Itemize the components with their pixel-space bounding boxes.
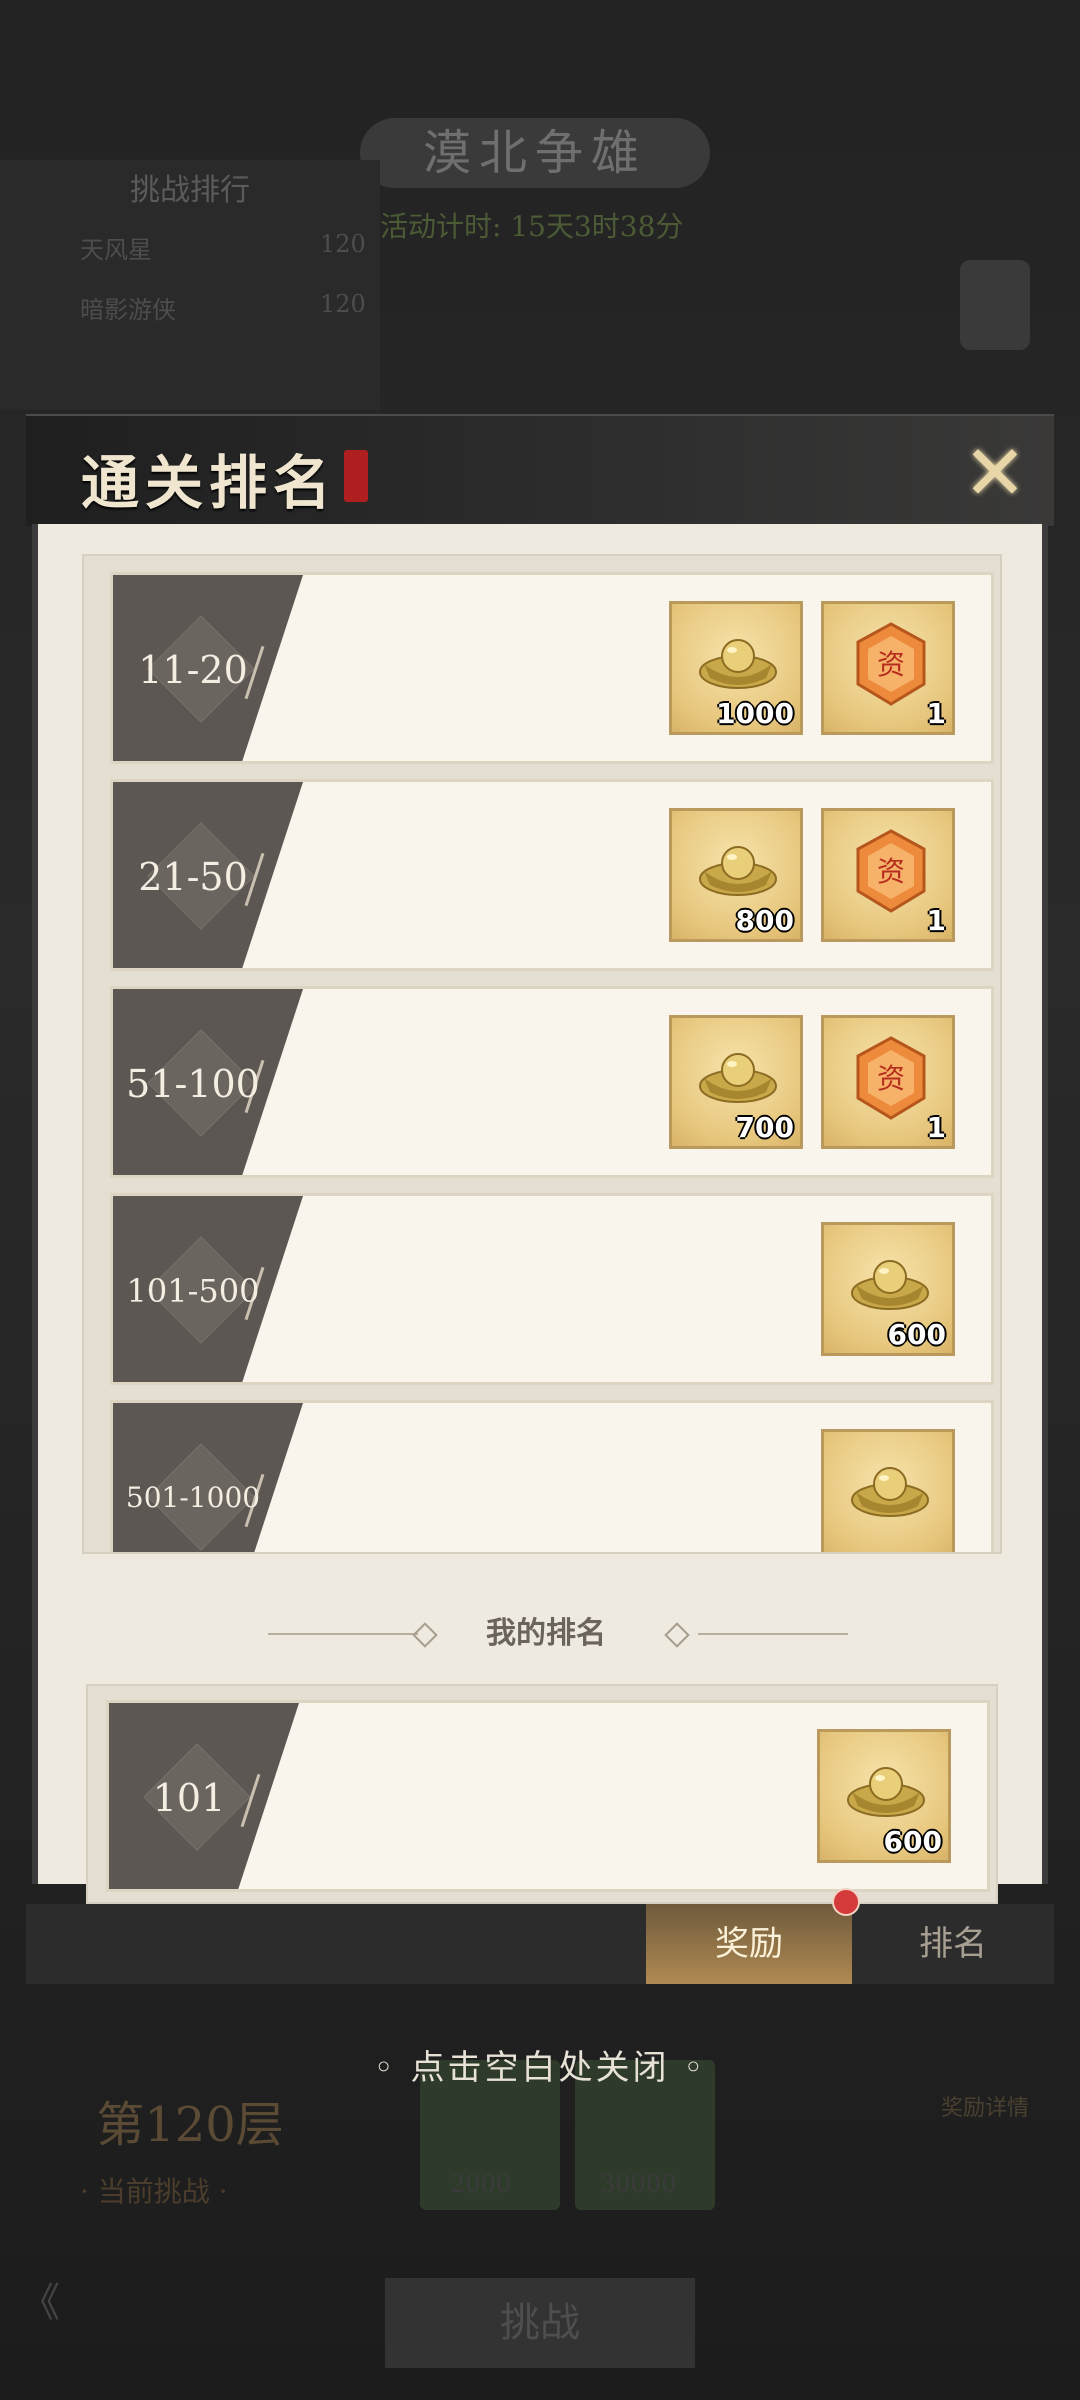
badge-icon: 资	[854, 829, 928, 913]
reward-detail-button: 奖励详情	[940, 2096, 1029, 2121]
reward-item[interactable]: 资1	[821, 1015, 955, 1149]
svg-text:资: 资	[877, 648, 905, 681]
rank-row: 501-1000	[110, 1400, 994, 1552]
reward-count: 600	[887, 1318, 946, 1351]
reward-item[interactable]: 600	[821, 1222, 955, 1356]
divider-line	[268, 1633, 418, 1635]
divider-line	[698, 1633, 848, 1635]
floor-subtitle: · 当前挑战 ·	[80, 2175, 228, 2208]
rank-range-label: 501-1000	[125, 1481, 261, 1514]
tab-rank[interactable]: 排名	[852, 1904, 1054, 1984]
ranking-dialog: 通关排名 ✕ 11-20 1000 资 1 21-50 800 资 1 51-100 700 资 1 1…	[26, 414, 1054, 1984]
rank-range-label: 51-100	[126, 1062, 260, 1106]
tab-reward[interactable]: 奖励	[646, 1904, 852, 1984]
reward-item[interactable]: 600	[817, 1729, 951, 1863]
badge-icon: 资	[854, 1036, 928, 1120]
rank-row: 101-500 600	[110, 1193, 994, 1385]
rank-entry-name: 天风星	[80, 236, 152, 264]
my-rank-header: 我的排名	[38, 1604, 1054, 1664]
hint-right-icon: ◦	[669, 2048, 707, 2088]
rank-reward-list[interactable]: 11-20 1000 资 1 21-50 800 资 1 51-100 700 资 1 101-500 6…	[82, 554, 1002, 1554]
rank-range-label: 21-50	[138, 855, 248, 899]
close-button[interactable]: ✕	[960, 435, 1030, 511]
reward-item[interactable]: 800	[669, 808, 803, 942]
event-countdown: 活动计时: 15天3时38分	[380, 210, 684, 243]
reward-count: 1	[926, 697, 946, 730]
hint-left-icon: ◦	[373, 2048, 411, 2088]
reward-item[interactable]: 1000	[669, 601, 803, 735]
gold-ingot-icon	[848, 1460, 932, 1518]
close-hint-text: 点击空白处关闭	[410, 2048, 670, 2088]
rank-entry-name: 暗影游侠	[80, 296, 176, 324]
reward-count: 1	[926, 1111, 946, 1144]
seal-stamp-icon	[344, 450, 368, 502]
close-hint[interactable]: ◦ 点击空白处关闭 ◦	[0, 2040, 1080, 2089]
badge-icon: 资	[854, 622, 928, 706]
challenge-rank-title: 挑战排行	[130, 173, 250, 208]
rank-row: 21-50 800 资 1	[110, 779, 994, 971]
my-rank-frame: 101 600	[86, 1684, 998, 1904]
reward-item[interactable]: 资1	[821, 601, 955, 735]
rank-row: 101 600	[106, 1700, 990, 1892]
event-title: 漠北争雄	[360, 118, 710, 188]
reward-item[interactable]: 700	[669, 1015, 803, 1149]
divider-diamond-icon	[412, 1622, 438, 1648]
rank-entry-score: 120	[320, 290, 366, 318]
reward-count: 600	[883, 1825, 942, 1858]
rank-row: 51-100 700 资 1	[110, 986, 994, 1178]
dialog-header: 通关排名 ✕	[26, 414, 1054, 526]
challenge-button: 挑战	[385, 2278, 695, 2368]
back-arrow-icon: 《	[20, 2280, 60, 2326]
gold-ingot-icon	[696, 1046, 780, 1104]
rank-range-label: 101	[152, 1776, 226, 1820]
dialog-body: 11-20 1000 资 1 21-50 800 资 1 51-100 700 资 1 101-500 6…	[32, 524, 1048, 1904]
gold-ingot-icon	[696, 632, 780, 690]
check-value: 30000	[600, 2170, 677, 2198]
svg-text:资: 资	[877, 855, 905, 888]
reward-item[interactable]: 资1	[821, 808, 955, 942]
reward-count: 1000	[716, 697, 794, 730]
gold-ingot-icon	[844, 1760, 928, 1818]
svg-text:资: 资	[877, 1062, 905, 1095]
rank-entry-score: 120	[320, 230, 366, 258]
rank-range-label: 11-20	[138, 648, 248, 692]
my-rank-title: 我的排名	[486, 1616, 606, 1651]
reward-count: 1	[926, 904, 946, 937]
gold-ingot-icon	[696, 839, 780, 897]
reward-count: 800	[735, 904, 794, 937]
dialog-tab-bar: 奖励 排名	[26, 1888, 1054, 1984]
check-value: 2000	[450, 2170, 512, 2198]
rank-range-label: 101-500	[126, 1272, 260, 1310]
divider-diamond-icon	[664, 1622, 690, 1648]
reward-count: 700	[735, 1111, 794, 1144]
reward-item[interactable]	[821, 1429, 955, 1552]
dialog-title: 通关排名	[81, 449, 338, 517]
gold-ingot-icon	[848, 1253, 932, 1311]
scroll-icon	[960, 260, 1030, 350]
rank-row: 11-20 1000 资 1	[110, 572, 994, 764]
